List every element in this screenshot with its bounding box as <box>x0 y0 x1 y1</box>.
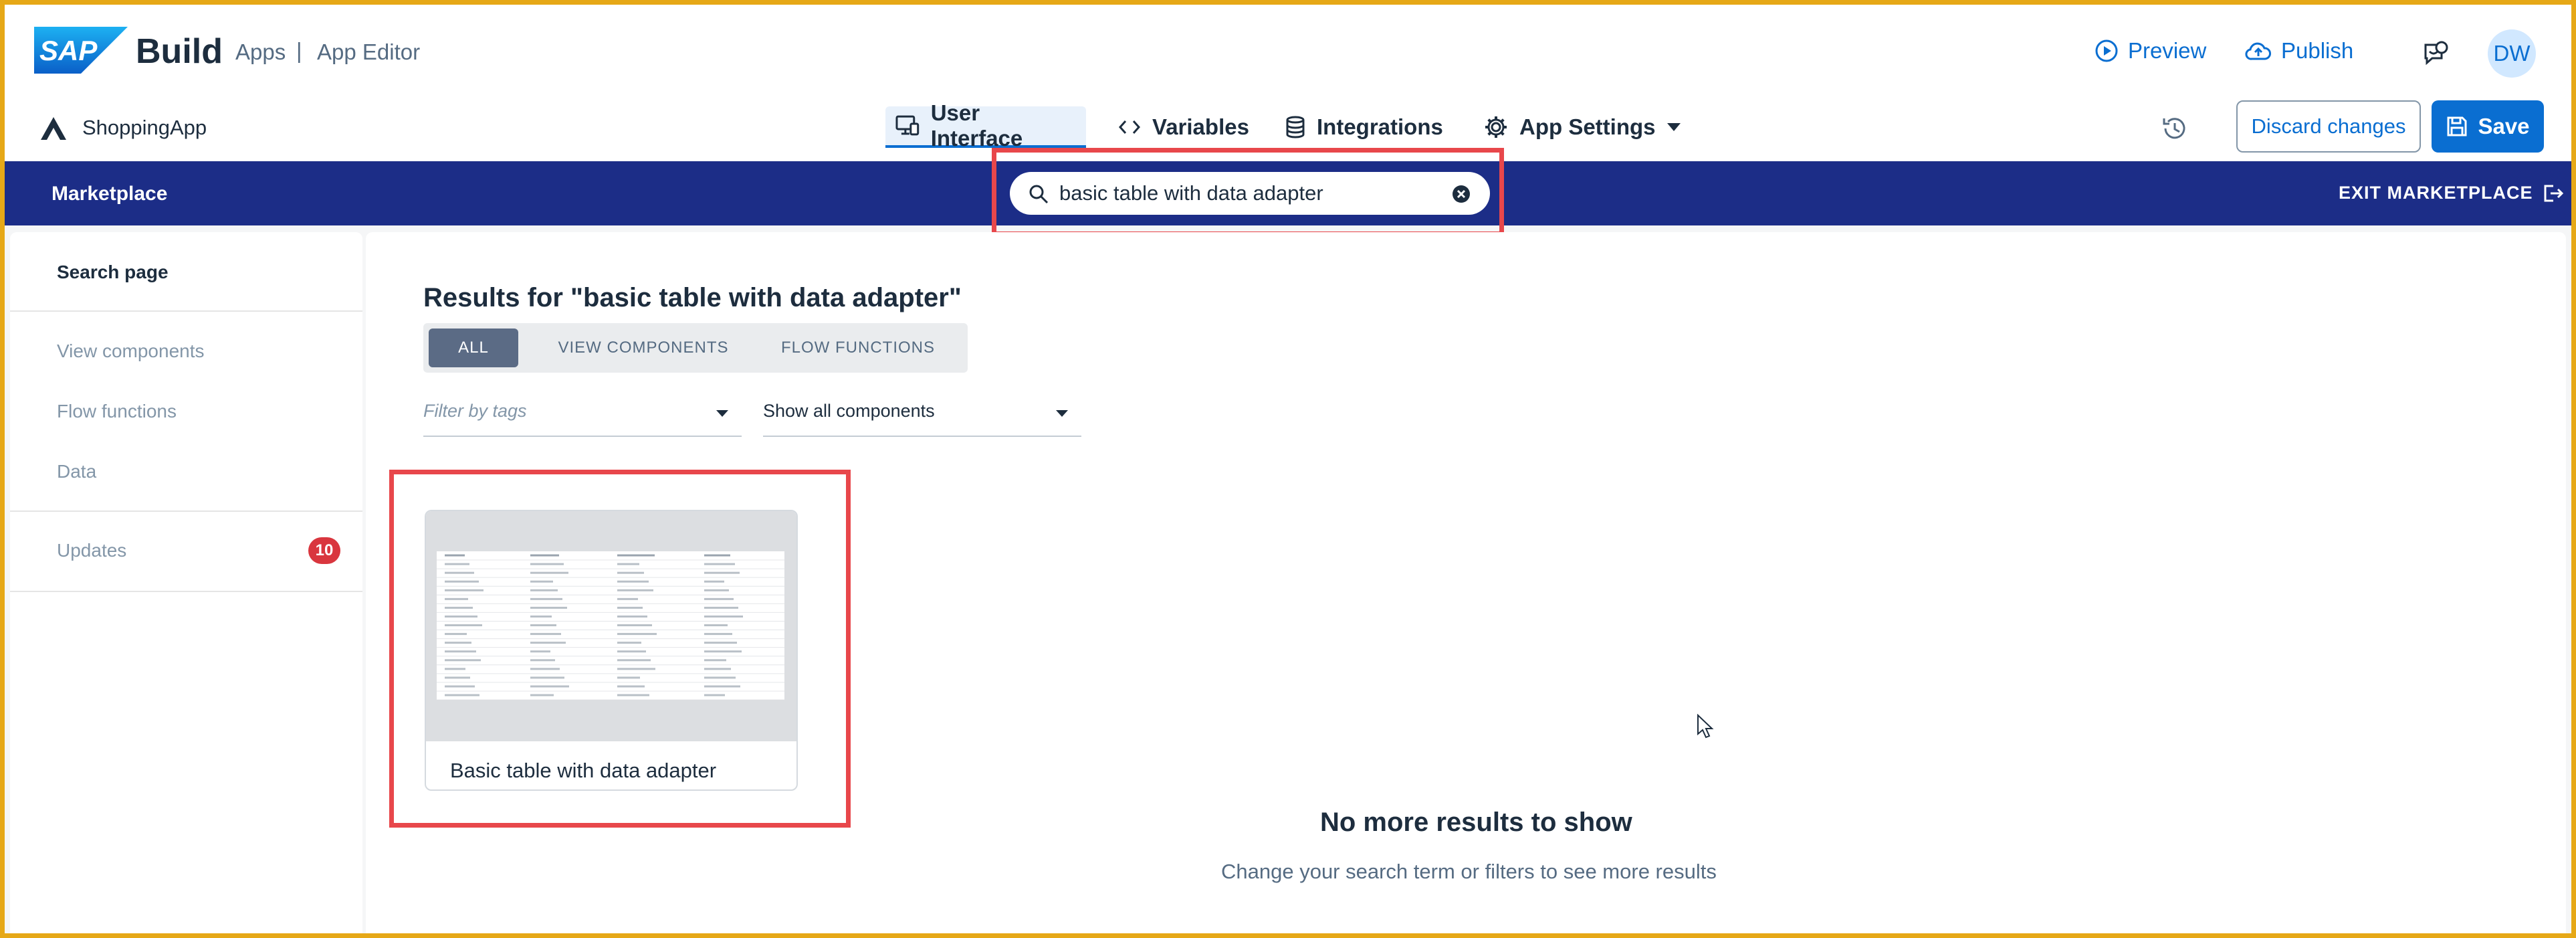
tab-app-settings[interactable]: App Settings <box>1474 106 1691 148</box>
tab-integrations-label: Integrations <box>1317 114 1443 139</box>
sidebar-divider <box>10 591 362 592</box>
empty-state-title: No more results to show <box>1320 808 1632 837</box>
dropdown-arrow-icon <box>1056 410 1068 417</box>
app-name[interactable]: ShoppingApp <box>82 116 207 140</box>
table-preview-image <box>437 551 784 700</box>
sidebar-item-search-page[interactable]: Search page <box>57 262 169 283</box>
tab-user-interface-label: User Interface <box>930 100 1023 151</box>
component-filter-value: Show all components <box>763 401 935 421</box>
marketplace-bar: Marketplace EXIT MARKETPLACE <box>5 161 2571 225</box>
save-label: Save <box>2478 114 2530 138</box>
app-logo-icon <box>41 117 66 140</box>
gear-icon <box>1485 116 1507 138</box>
exit-marketplace-label: EXIT MARKETPLACE <box>2339 183 2533 203</box>
floppy-disk-icon <box>2447 116 2467 136</box>
app-window: SAP Build Apps | App Editor Preview Publ… <box>5 5 2571 933</box>
publish-button[interactable]: Publish <box>2245 38 2353 64</box>
results-title: Results for "basic table with data adapt… <box>423 283 962 312</box>
result-type-filter: ALL VIEW COMPONENTS FLOW FUNCTIONS <box>423 323 968 373</box>
filter-tab-all[interactable]: ALL <box>429 329 518 367</box>
sidebar-divider <box>10 310 362 312</box>
breadcrumb-apps[interactable]: Apps <box>235 39 286 65</box>
filter-tab-view-components[interactable]: VIEW COMPONENTS <box>533 329 754 367</box>
tab-variables[interactable]: Variables <box>1108 106 1259 148</box>
editor-toolbar: ShoppingApp User Interface Variables Int… <box>5 98 2571 162</box>
code-icon <box>1118 120 1141 134</box>
marketplace-sidebar: Search page View components Flow functio… <box>10 232 362 933</box>
card-title: Basic table with data adapter <box>450 759 717 782</box>
clear-search-icon[interactable] <box>1451 184 1471 204</box>
tab-integrations[interactable]: Integrations <box>1275 106 1453 148</box>
monitor-icon <box>895 115 920 136</box>
tag-filter-placeholder: Filter by tags <box>423 401 527 421</box>
save-button[interactable]: Save <box>2432 100 2544 153</box>
search-input[interactable] <box>1059 179 1434 208</box>
product-name: Build <box>136 32 223 71</box>
history-icon[interactable] <box>2159 113 2190 144</box>
user-avatar[interactable]: DW <box>2488 29 2536 78</box>
sap-logo[interactable]: SAP <box>34 27 128 74</box>
component-filter-select[interactable]: Show all components <box>763 393 1081 437</box>
discard-changes-button[interactable]: Discard changes <box>2236 100 2421 153</box>
breadcrumb-app-editor: App Editor <box>317 39 421 64</box>
cloud-upload-icon <box>2245 42 2271 60</box>
card-thumbnail <box>426 511 796 741</box>
empty-state-subtitle: Change your search term or filters to se… <box>1221 860 1717 883</box>
tag-filter-select[interactable]: Filter by tags <box>423 393 742 437</box>
database-icon <box>1286 116 1305 138</box>
play-circle-icon <box>2095 39 2118 62</box>
sidebar-item-updates[interactable]: Updates <box>57 540 126 561</box>
preview-button[interactable]: Preview <box>2095 38 2206 64</box>
exit-icon <box>2544 185 2563 201</box>
updates-count-badge: 10 <box>308 537 340 564</box>
filter-tab-flow-functions[interactable]: FLOW FUNCTIONS <box>758 329 958 367</box>
marketplace-title: Marketplace <box>51 183 168 205</box>
sidebar-item-data[interactable]: Data <box>57 461 96 482</box>
sidebar-item-flow-functions[interactable]: Flow functions <box>57 401 177 422</box>
breadcrumb-separator: | <box>296 38 302 63</box>
tab-user-interface[interactable]: User Interface <box>885 100 1086 151</box>
tab-app-settings-label: App Settings <box>1519 114 1656 139</box>
search-icon <box>1029 185 1049 204</box>
mouse-pointer-icon <box>1697 714 1714 739</box>
preview-label: Preview <box>2128 38 2207 63</box>
search-results-panel: Results for "basic table with data adapt… <box>366 232 2566 933</box>
publish-label: Publish <box>2281 38 2354 63</box>
tab-variables-label: Variables <box>1152 114 1249 139</box>
sidebar-item-view-components[interactable]: View components <box>57 341 205 362</box>
caret-down-icon[interactable] <box>1667 122 1681 132</box>
marketplace-search[interactable] <box>1010 172 1490 215</box>
shell-header: SAP Build Apps | App Editor Preview Publ… <box>5 5 2571 98</box>
dropdown-arrow-icon <box>716 410 728 417</box>
component-card[interactable]: Basic table with data adapter <box>425 510 798 791</box>
feedback-icon[interactable] <box>2422 39 2450 68</box>
exit-marketplace-button[interactable]: EXIT MARKETPLACE <box>2339 183 2564 203</box>
sidebar-divider <box>10 510 362 512</box>
sap-logo-text: SAP <box>39 35 98 66</box>
